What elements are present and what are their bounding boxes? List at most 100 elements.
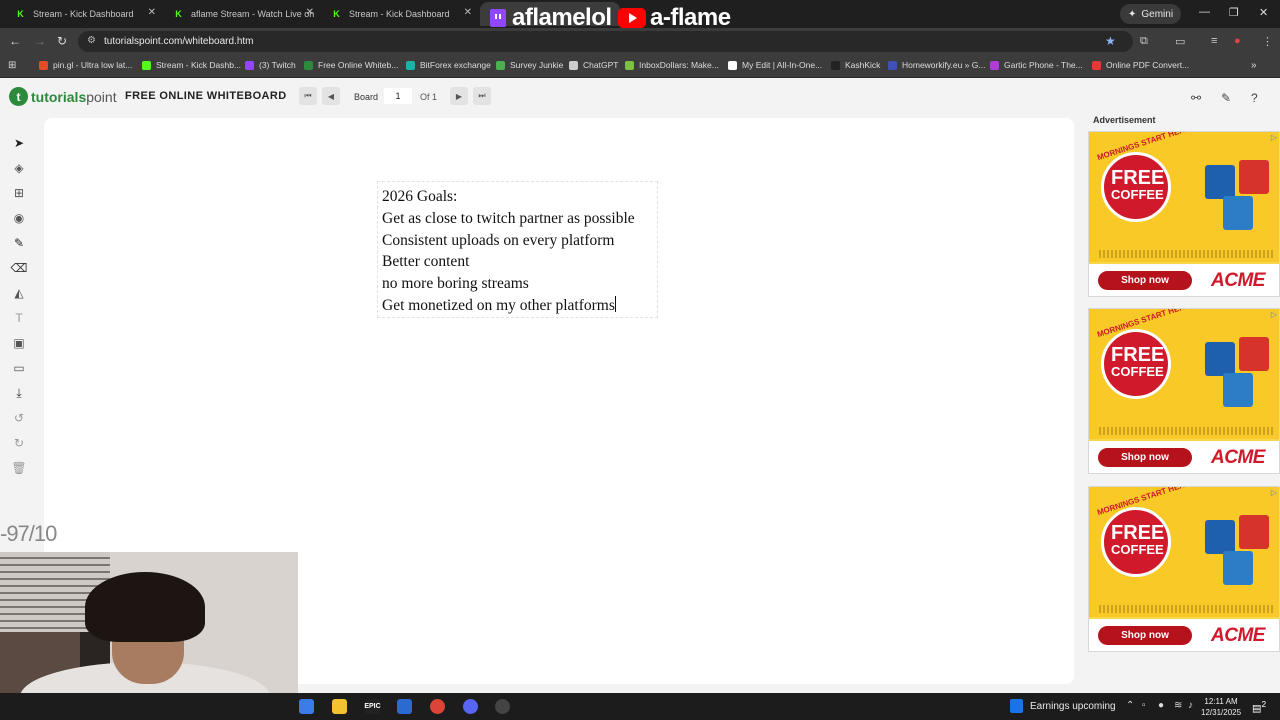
- close-icon[interactable]: ✕: [306, 7, 314, 18]
- close-icon[interactable]: ✕: [464, 7, 472, 18]
- bookmarks-bar: ⊞ pin.gl - Ultra low lat... Stream - Kic…: [0, 55, 1280, 78]
- restore-icon[interactable]: ❐: [1229, 6, 1239, 19]
- board-number-input[interactable]: 1: [384, 88, 412, 104]
- minimize-icon[interactable]: —: [1199, 6, 1210, 18]
- tutorialspoint-logo[interactable]: t tutorials point: [9, 87, 117, 106]
- media-icon[interactable]: ≡: [1211, 35, 1217, 47]
- fill-bucket-icon[interactable]: ◭: [10, 284, 28, 302]
- extensions-icon[interactable]: ⧉: [1140, 35, 1148, 48]
- score-overlay: -97/10: [0, 521, 57, 546]
- ad-banner[interactable]: MORNINGS START HERE! FREE COFFEE Shop no…: [1088, 486, 1280, 652]
- tab-kick-dashboard-2[interactable]: K Stream - Kick Dashboard ✕: [320, 2, 478, 26]
- share-icon[interactable]: ⚯: [1191, 91, 1201, 105]
- shapes-grid-icon[interactable]: ⊞: [10, 184, 28, 202]
- color-palette-icon[interactable]: ◉: [10, 209, 28, 227]
- first-board-icon[interactable]: ⏮: [299, 87, 317, 105]
- menu-icon[interactable]: ⋮: [1262, 35, 1273, 48]
- close-icon[interactable]: ✕: [148, 7, 156, 18]
- present-icon[interactable]: ▭: [10, 359, 28, 377]
- bookmark-star-icon[interactable]: ★: [1105, 34, 1116, 48]
- bookmark-item[interactable]: Survey Junkie: [496, 60, 563, 70]
- system-clock[interactable]: 12:11 AM 12/31/2025: [1201, 696, 1241, 718]
- undo-icon[interactable]: ↺: [10, 409, 28, 427]
- gemini-button[interactable]: ✦ Gemini: [1120, 4, 1182, 24]
- obs-icon[interactable]: [495, 699, 510, 714]
- url-field[interactable]: ⚙ tutorialspoint.com/whiteboard.htm: [78, 31, 1133, 52]
- last-board-icon[interactable]: ⏭: [473, 87, 491, 105]
- back-icon[interactable]: ←: [9, 34, 21, 48]
- bookmark-favicon: [728, 60, 737, 70]
- eraser-icon[interactable]: ⌫: [10, 259, 28, 277]
- profile-avatar[interactable]: ●: [1234, 35, 1241, 47]
- close-window-icon[interactable]: ✕: [1259, 6, 1268, 19]
- redo-icon[interactable]: ↻: [10, 434, 28, 452]
- bookmark-item[interactable]: Online PDF Convert...: [1092, 60, 1189, 70]
- app-icon[interactable]: [397, 699, 412, 714]
- kick-icon: K: [175, 9, 182, 19]
- shop-now-button[interactable]: Shop now: [1098, 271, 1192, 290]
- tray-chevron-icon[interactable]: ⌃: [1126, 700, 1134, 711]
- tab-aflame-stream[interactable]: K aflame Stream - Watch Live on ✕: [162, 2, 320, 26]
- chrome-icon[interactable]: [430, 699, 445, 714]
- tab-title: Stream - Kick Dashboard: [349, 9, 450, 19]
- bookmark-item[interactable]: My Edit | All-In-One...: [728, 60, 822, 70]
- bookmark-item[interactable]: InboxDollars: Make...: [625, 60, 719, 70]
- earnings-widget[interactable]: Earnings upcoming: [1010, 699, 1116, 713]
- bookmark-item[interactable]: Gartic Phone - The...: [990, 60, 1083, 70]
- download-icon[interactable]: ⤓: [10, 384, 28, 402]
- adchoices-icon[interactable]: ▷: [1271, 488, 1277, 497]
- microphone-icon[interactable]: ●: [1158, 700, 1164, 711]
- forward-icon[interactable]: →: [34, 34, 46, 48]
- bookmark-item[interactable]: Homeworkify.eu » G...: [888, 60, 985, 70]
- next-board-icon[interactable]: ▶: [450, 87, 468, 105]
- more-bookmarks-icon[interactable]: »: [1251, 60, 1257, 71]
- wifi-icon[interactable]: ≋: [1174, 700, 1182, 711]
- edit-icon[interactable]: ✎: [1221, 91, 1231, 105]
- bookmark-item[interactable]: pin.gl - Ultra low lat...: [39, 60, 132, 70]
- file-explorer-icon[interactable]: [332, 699, 347, 714]
- adchoices-icon[interactable]: ▷: [1271, 310, 1277, 319]
- reload-icon[interactable]: ↻: [57, 34, 67, 48]
- layers-icon[interactable]: ◈: [10, 159, 28, 177]
- ad-heading: Advertisement: [1093, 115, 1156, 125]
- image-icon[interactable]: ▣: [10, 334, 28, 352]
- prev-board-icon[interactable]: ◀: [322, 87, 340, 105]
- trash-icon[interactable]: 🗑: [10, 459, 28, 477]
- notification-icon[interactable]: ▤2: [1252, 699, 1266, 714]
- volume-icon[interactable]: ♪: [1188, 700, 1193, 711]
- whiteboard-text-box[interactable]: 2026 Goals: Get as close to twitch partn…: [377, 181, 658, 318]
- ad-banner[interactable]: MORNINGS START HERE! FREE COFFEE Shop no…: [1088, 308, 1280, 474]
- bookmark-favicon: [1092, 60, 1101, 70]
- bookmark-item[interactable]: Free Online Whiteb...: [304, 60, 398, 70]
- select-cursor-icon[interactable]: ➤: [10, 134, 28, 152]
- copilot-icon[interactable]: [299, 699, 314, 714]
- acme-logo: ACME: [1211, 447, 1265, 468]
- ad-banner[interactable]: MORNINGS START HERE! FREE COFFEE Shop no…: [1088, 131, 1280, 297]
- tab-search-icon[interactable]: ▭: [1175, 35, 1185, 48]
- belvita-boxes-image: [1205, 160, 1275, 230]
- bookmark-favicon: [304, 60, 313, 70]
- tab-kick-dashboard-1[interactable]: K Stream - Kick Dashboard ✕: [4, 2, 162, 26]
- help-icon[interactable]: ?: [1251, 91, 1258, 105]
- epic-games-icon[interactable]: EPIC: [364, 699, 381, 714]
- bookmark-item[interactable]: (3) Twitch: [245, 60, 296, 70]
- kick-icon: K: [17, 9, 24, 19]
- site-info-icon[interactable]: ⚙: [87, 35, 96, 46]
- pencil-icon[interactable]: ✎: [10, 234, 28, 252]
- bookmark-item[interactable]: ChatGPT: [569, 60, 618, 70]
- tray-app-icon[interactable]: ▫: [1142, 700, 1146, 711]
- discord-icon[interactable]: [463, 699, 478, 714]
- shop-now-button[interactable]: Shop now: [1098, 448, 1192, 467]
- shop-now-button[interactable]: Shop now: [1098, 626, 1192, 645]
- text-caret: [614, 295, 616, 312]
- logo-point-text: point: [86, 88, 117, 105]
- bookmark-item[interactable]: KashKick: [831, 60, 880, 70]
- bookmark-item[interactable]: Stream - Kick Dashb...: [142, 60, 241, 70]
- bookmark-favicon: [406, 60, 415, 70]
- goal-line: Get as close to twitch partner as possib…: [382, 209, 635, 227]
- adchoices-icon[interactable]: ▷: [1271, 133, 1277, 142]
- bookmark-favicon: [142, 60, 151, 70]
- bookmark-item[interactable]: BitForex exchange: [406, 60, 491, 70]
- apps-grid-icon[interactable]: ⊞: [8, 60, 16, 71]
- text-tool-icon[interactable]: T: [10, 309, 28, 327]
